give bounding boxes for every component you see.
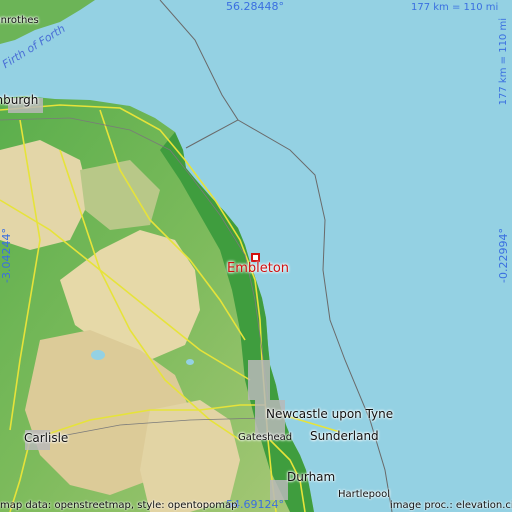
place-gateshead[interactable]: Gateshead (238, 432, 292, 443)
coord-left: -3.04244° (0, 228, 13, 283)
scale-horizontal: 177 km = 110 mi (411, 2, 499, 13)
scale-vertical: 177 km = 110 mi (498, 18, 509, 106)
place-carlisle[interactable]: Carlisle (24, 431, 68, 445)
place-edinburgh[interactable]: Edinburgh (0, 93, 38, 107)
map-view[interactable]: 56.28448° 54.69124° -3.04244° -0.22994° … (0, 0, 512, 512)
coord-top: 56.28448° (226, 0, 284, 13)
place-hartlepool[interactable]: Hartlepool (338, 489, 390, 500)
place-sunderland[interactable]: Sunderland (310, 429, 379, 443)
lake (91, 350, 105, 360)
attribution-map-data: map data: openstreetmap, style: opentopo… (0, 500, 238, 511)
upland-south (140, 400, 240, 512)
coord-right: -0.22994° (497, 228, 510, 283)
place-newcastle[interactable]: Newcastle upon Tyne (266, 407, 393, 421)
place-durham[interactable]: Durham (287, 470, 335, 484)
square-marker-icon (251, 253, 260, 262)
attribution-image-proc: image proc.: elevation.city (390, 500, 512, 511)
lake (186, 359, 194, 365)
marker-label-embleton[interactable]: Embleton (227, 261, 289, 276)
place-rothes[interactable]: Glenrothes (0, 15, 39, 26)
